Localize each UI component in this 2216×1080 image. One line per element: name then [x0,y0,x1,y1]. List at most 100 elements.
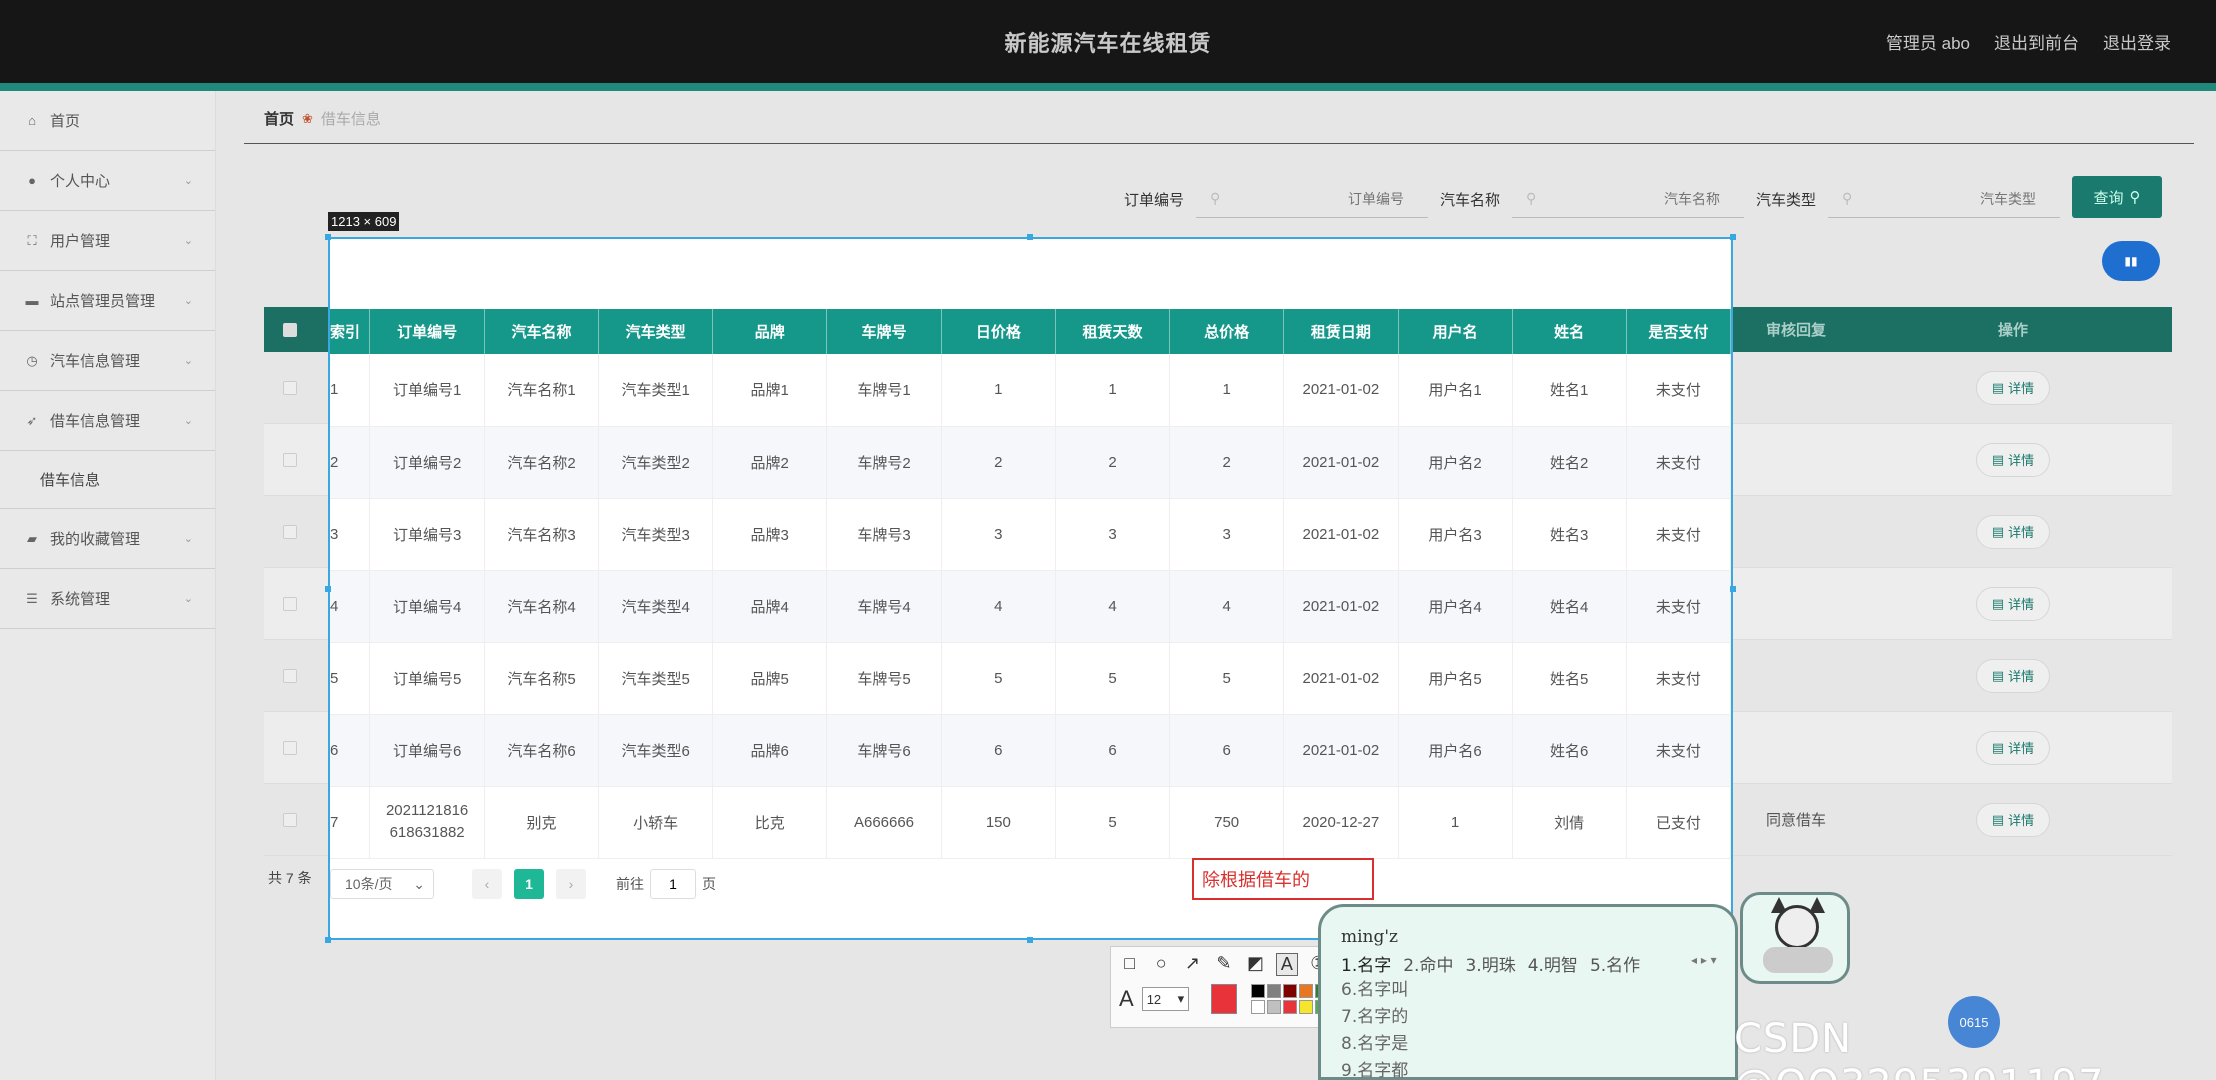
resize-handle[interactable] [325,234,331,240]
sidebar-item-home[interactable]: ⌂ 首页 [0,91,215,151]
color-swatch[interactable] [1299,1000,1313,1014]
car-type-input[interactable] [1828,180,2061,217]
color-swatch[interactable] [1283,984,1297,998]
sidebar-item-favorites[interactable]: ▰ 我的收藏管理 ⌄ [0,509,215,569]
color-swatch[interactable] [1267,1000,1281,1014]
page-number-button[interactable]: 1 [514,869,544,899]
sidebar-item-station-admin[interactable]: ▬ 站点管理员管理 ⌄ [0,271,215,331]
table-cell: 车牌号1 [826,354,942,427]
column-header: 日价格 [941,309,1056,354]
detail-button[interactable]: ▤ 详情 [1976,802,2050,837]
row-checkbox[interactable] [264,712,316,783]
sidebar-item-system[interactable]: ☰ 系统管理 ⌄ [0,569,215,629]
resize-handle[interactable] [1027,937,1033,943]
sidebar-item-car-info[interactable]: ◷ 汽车信息管理 ⌄ [0,331,215,391]
detail-button[interactable]: ▤ 详情 [1976,586,2050,621]
table-cell: 4 [1055,570,1171,643]
table-cell: 姓名6 [1512,714,1627,787]
chart-button[interactable]: ▮▮ [2102,241,2160,281]
admin-user-link[interactable]: 管理员 abo [1886,29,1970,54]
breadcrumb-home[interactable]: 首页 [264,108,294,129]
row-checkbox[interactable] [264,784,316,855]
car-name-input[interactable] [1512,180,1745,217]
ime-candidate[interactable]: 2.命中 [1403,951,1453,976]
review-reply [1738,640,1854,711]
detail-button[interactable]: ▤ 详情 [1976,514,2050,549]
ime-candidate[interactable]: 5.名作 [1590,951,1640,976]
text-annotation-box[interactable]: 除根据借车的 [1192,858,1374,900]
row-checkbox[interactable] [264,496,316,567]
table-cell: 姓名5 [1512,642,1627,715]
color-swatch[interactable] [1267,984,1281,998]
prev-page-button[interactable]: ‹ [472,869,502,899]
table-cell: 品牌4 [712,570,828,643]
table-cell: 未支付 [1626,498,1731,571]
color-swatch[interactable] [1283,1000,1297,1014]
table-cell: 汽车名称6 [484,714,600,787]
car-type-field: ⚲ [1828,180,2061,218]
ime-candidate[interactable]: 6.名字叫 [1341,977,1408,1004]
row-checkbox[interactable] [264,352,316,423]
screenshot-selection[interactable]: 索引 订单编号 汽车名称 汽车类型 品牌 车牌号 日价格 租赁天数 总价格 租赁日期 用户名 姓名 是否… [328,237,1733,940]
search-bar: 订单编号 ⚲ 汽车名称 ⚲ 汽车类型 ⚲ [1124,180,2072,218]
sidebar-item-borrow-mgmt[interactable]: ➶ 借车信息管理 ⌄ [0,391,215,451]
sidebar-item-profile[interactable]: ● 个人中心 ⌄ [0,151,215,211]
row-checkbox[interactable] [264,424,316,495]
color-swatch[interactable] [1299,984,1313,998]
detail-button[interactable]: ▤ 详情 [1976,370,2050,405]
query-button[interactable]: 查询 ⚲ [2072,176,2162,218]
ime-candidate[interactable]: 1.名字 [1341,951,1391,976]
color-swatch[interactable] [1251,1000,1265,1014]
table-cell: 姓名1 [1512,354,1627,427]
detail-button[interactable]: ▤ 详情 [1976,730,2050,765]
text-tool-icon[interactable]: A [1276,953,1298,976]
rectangle-tool-icon[interactable]: □ [1119,953,1140,976]
next-page-button[interactable]: › [556,869,586,899]
back-to-front-link[interactable]: 退出到前台 [1994,29,2079,54]
table-cell: 5 [1055,642,1171,715]
chevron-down-icon: ⌄ [183,415,193,427]
table-cell: 3 [941,498,1056,571]
sidebar-subitem-borrow-info[interactable]: 借车信息 [0,451,215,509]
pen-tool-icon[interactable]: ✎ [1213,953,1234,976]
breadcrumb-current: 借车信息 [320,111,381,128]
row-checkbox[interactable] [264,568,316,639]
ime-candidate[interactable]: 3.明珠 [1465,951,1515,976]
table-cell: 订单编号6 [369,714,485,787]
mosaic-tool-icon[interactable]: ◩ [1245,953,1266,976]
resize-handle[interactable] [325,937,331,943]
goto-page-input[interactable] [650,869,696,899]
order-number-input[interactable] [1196,180,1429,217]
table-cell: 别克 [484,786,600,859]
table-cell: 小轿车 [598,786,714,859]
sidebar-item-users[interactable]: ⛶ 用户管理 ⌄ [0,211,215,271]
page-size-select[interactable]: 10条/页 ⌄ [330,869,434,899]
order-number-label: 订单编号 [1124,191,1185,209]
ime-candidate[interactable]: 4.明智 [1528,951,1578,976]
ellipse-tool-icon[interactable]: ○ [1150,953,1171,976]
logout-link[interactable]: 退出登录 [2103,29,2171,54]
resize-handle[interactable] [1027,234,1033,240]
table-cell: 1 [330,354,371,427]
ime-candidate[interactable]: 7.名字的 [1341,1004,1408,1031]
current-color-swatch[interactable] [1211,984,1237,1014]
font-size-select[interactable]: 12 ▾ [1141,987,1190,1011]
resize-handle[interactable] [325,586,331,592]
resize-handle[interactable] [1730,586,1736,592]
arrow-tool-icon[interactable]: ↗ [1182,953,1203,976]
ime-candidate[interactable]: 9.名字都 [1341,1058,1408,1080]
color-swatch[interactable] [1251,984,1265,998]
resize-handle[interactable] [1730,234,1736,240]
table-cell: 品牌1 [712,354,828,427]
ime-page-arrows-icon[interactable]: ◂ ▸ ▾ [1691,953,1717,967]
column-header: 品牌 [712,309,828,354]
table-cell: 用户名4 [1398,570,1513,643]
select-all-checkbox[interactable] [264,307,316,352]
review-reply [1738,496,1854,567]
row-checkbox[interactable] [264,640,316,711]
detail-button[interactable]: ▤ 详情 [1976,442,2050,477]
car-name-label: 汽车名称 [1440,191,1501,209]
detail-button[interactable]: ▤ 详情 [1976,658,2050,693]
table-cell: 比克 [712,786,828,859]
ime-candidate[interactable]: 8.名字是 [1341,1031,1408,1058]
